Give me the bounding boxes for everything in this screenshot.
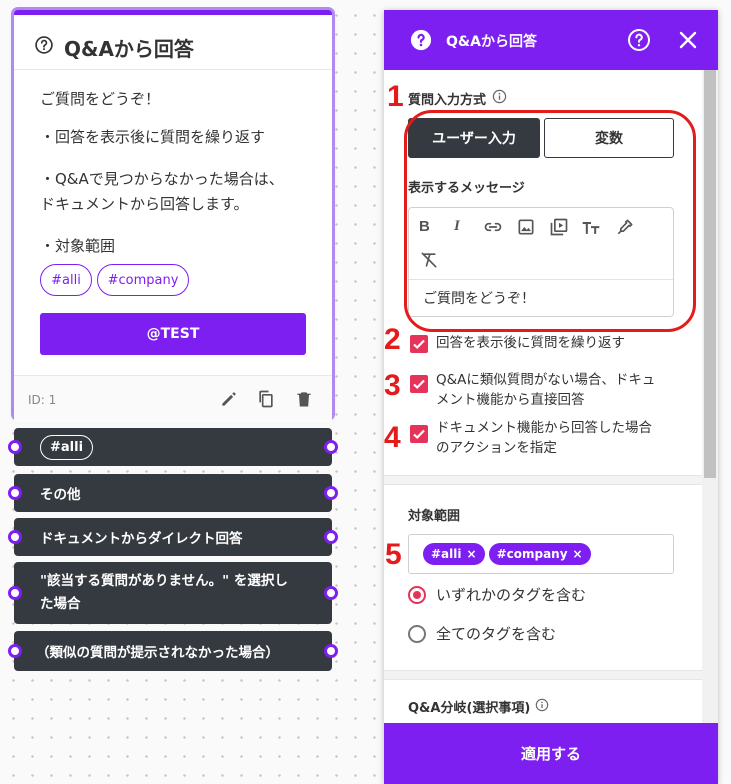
scope-tag-input[interactable]: #alli × #company × <box>408 534 674 574</box>
test-button[interactable]: @TEST <box>40 313 306 355</box>
annotation-1: 1 <box>387 80 404 113</box>
branch-label: その他 <box>40 487 81 503</box>
close-icon[interactable] <box>678 30 698 54</box>
info-icon[interactable] <box>535 698 549 716</box>
card-tag-alli: #alli <box>40 264 92 296</box>
input-port[interactable] <box>8 486 22 500</box>
card-bullet-fallback-1: ・Q&Aで見つからなかった場合は、 <box>40 170 284 188</box>
scope-label: 対象範囲 <box>408 509 461 524</box>
branch-tag-chip: #alli <box>40 434 94 460</box>
panel-header: Q&Aから回答 <box>384 10 718 70</box>
branch-row-no-matching-question[interactable]: "該当する質問がありません。" を選択し た場合 <box>8 562 338 624</box>
remove-tag-icon[interactable]: × <box>573 547 583 561</box>
tag-text: #company <box>496 547 568 561</box>
branch-row-no-similar[interactable]: （類似の質問が提示されなかった場合） <box>8 631 338 671</box>
card-tag-company: #company <box>97 264 189 296</box>
radio-label: いずれかのタグを含む <box>436 586 587 604</box>
checkbox-repeat-question[interactable]: 回答を表示後に質問を繰り返す <box>410 335 625 353</box>
branch-label-line1: "該当する質問がありません。" を選択し <box>40 573 288 590</box>
qa-node-card[interactable]: Q&Aから回答 ご質問をどうぞ！ ・回答を表示後に質問を繰り返す ・Q&Aで見つ… <box>14 10 332 423</box>
panel-title: Q&Aから回答 <box>446 34 537 50</box>
node-id: ID: 1 <box>28 393 57 407</box>
radio-unselected[interactable] <box>408 624 426 643</box>
card-bullet-fallback-2: ドキュメントから回答します。 <box>40 195 249 213</box>
annotation-2: 2 <box>384 323 401 356</box>
scrollbar-thumb[interactable] <box>704 70 716 478</box>
branch-label: （類似の質問が提示されなかった場合） <box>36 645 279 661</box>
radio-any-tag[interactable]: いずれかのタグを含む <box>408 584 586 605</box>
input-method-heading: 質問入力方式 <box>408 89 507 108</box>
annotation-5: 5 <box>385 538 402 571</box>
branch-row-other[interactable]: その他 <box>8 474 338 512</box>
checkbox-label-line2: メント機能から直接回答 <box>436 392 585 409</box>
card-bullet-scope: ・対象範囲 <box>40 237 116 255</box>
input-port[interactable] <box>8 586 22 600</box>
output-port[interactable] <box>324 530 338 544</box>
section-divider <box>384 475 702 485</box>
checkbox-checked[interactable] <box>410 335 428 353</box>
output-port[interactable] <box>324 644 338 658</box>
apply-button[interactable]: 適用する <box>384 723 718 784</box>
input-port[interactable] <box>8 644 22 658</box>
tag-text: #alli <box>431 547 462 561</box>
checkbox-document-action[interactable]: ドキュメント機能から回答した場合 のアクションを指定 <box>410 418 652 459</box>
checkbox-checked[interactable] <box>410 425 428 443</box>
output-port[interactable] <box>324 486 338 500</box>
card-title: Q&Aから回答 <box>64 37 194 61</box>
card-bullet-repeat: ・回答を表示後に質問を繰り返す <box>40 128 266 146</box>
branch-row-alli[interactable]: #alli <box>8 428 338 466</box>
divider <box>14 69 332 70</box>
question-circle-icon <box>410 29 432 55</box>
qa-branch-heading: Q&A分岐(選択事項) <box>408 697 549 716</box>
checkbox-label-line1: Q&Aに類似質問がない場合、ドキュ <box>436 372 656 388</box>
branch-label: ドキュメントからダイレクト回答 <box>40 531 243 547</box>
branch-label-line2: た場合 <box>40 596 81 612</box>
copy-icon[interactable] <box>256 389 276 409</box>
remove-tag-icon[interactable]: × <box>467 547 477 561</box>
output-port[interactable] <box>324 586 338 600</box>
card-header: Q&Aから回答 <box>34 33 194 62</box>
radio-all-tags[interactable]: 全てのタグを含む <box>408 623 556 644</box>
qa-branch-label: Q&A分岐(選択事項) <box>408 701 531 716</box>
question-circle-icon <box>34 35 54 60</box>
input-method-label: 質問入力方式 <box>408 93 487 108</box>
radio-selected[interactable] <box>408 585 426 604</box>
input-port[interactable] <box>8 530 22 544</box>
trash-icon[interactable] <box>294 389 314 409</box>
annotation-highlight-oval <box>404 110 696 332</box>
annotation-3: 3 <box>384 369 401 402</box>
section-divider <box>384 670 702 680</box>
info-icon[interactable] <box>492 89 507 108</box>
checkbox-checked[interactable] <box>410 375 428 393</box>
output-port[interactable] <box>324 440 338 454</box>
branch-row-direct-answer[interactable]: ドキュメントからダイレクト回答 <box>8 518 338 556</box>
checkbox-label-line2: のアクションを指定 <box>436 440 557 457</box>
annotation-4: 4 <box>384 421 401 454</box>
checkbox-direct-document-answer[interactable]: Q&Aに類似質問がない場合、ドキュ メント機能から直接回答 <box>410 370 655 411</box>
scope-tag-company: #company × <box>488 543 591 565</box>
scope-tag-alli: #alli × <box>423 543 485 565</box>
checkbox-label-line1: ドキュメント機能から回答した場合 <box>436 420 652 436</box>
checkbox-label: 回答を表示後に質問を繰り返す <box>436 335 625 351</box>
card-footer: ID: 1 <box>14 375 332 423</box>
card-prompt: ご質問をどうぞ！ <box>40 90 161 108</box>
radio-label: 全てのタグを含む <box>436 625 557 643</box>
input-port[interactable] <box>8 440 22 454</box>
pencil-icon[interactable] <box>219 389 239 409</box>
help-icon[interactable] <box>627 28 651 56</box>
